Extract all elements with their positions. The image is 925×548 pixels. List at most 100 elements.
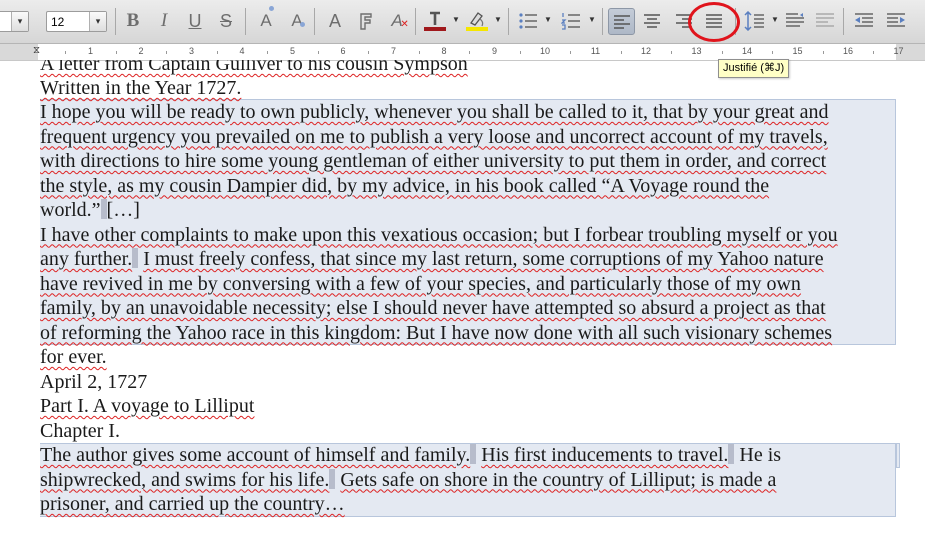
toolbar-separator — [508, 8, 509, 35]
ruler-number: 9 — [491, 46, 498, 56]
doc-text-line: have revived in me by conversing with a … — [40, 272, 801, 295]
doc-text-line: Part I. A voyage to Lilliput — [40, 395, 255, 417]
font-name-combo[interactable]: ▾ — [0, 11, 29, 32]
ruler-tick — [216, 51, 218, 54]
ruler-number: 4 — [239, 46, 245, 56]
doc-text-line: the style, as my cousin Dampier did, by … — [40, 174, 770, 197]
doc-text-line: I have other complaints to make upon thi… — [40, 223, 838, 246]
chevron-down-icon[interactable]: ▼ — [544, 15, 552, 24]
ruler-tick — [166, 51, 168, 54]
indent-marker-icon[interactable]: ⧖ — [33, 45, 40, 56]
doc-text-line: The author gives some account of himself… — [40, 444, 782, 466]
chevron-down-icon[interactable]: ▾ — [89, 12, 106, 31]
numbered-list-button[interactable] — [559, 9, 583, 33]
ruler-number: 3 — [188, 46, 195, 56]
ruler-number: 16 — [842, 46, 854, 56]
highlight-color-button[interactable] — [465, 9, 489, 33]
chevron-down-icon[interactable]: ▼ — [452, 15, 460, 24]
outline-font-button[interactable] — [354, 9, 378, 33]
selection-block — [896, 443, 900, 468]
chevron-down-icon[interactable]: ▼ — [588, 15, 596, 24]
chevron-down-icon[interactable]: ▼ — [771, 15, 779, 24]
ruler-tick — [772, 51, 774, 54]
ruler-tick — [469, 51, 471, 54]
ruler-tick — [570, 51, 572, 54]
underline-icon: U — [188, 10, 202, 31]
doc-text-line: any further. I must freely confess, that… — [40, 248, 824, 270]
font-size-value[interactable]: 12 — [51, 15, 64, 29]
toolbar-separator — [602, 8, 603, 35]
ruler-number: 1 — [87, 46, 94, 56]
doc-text-line: world.” […] — [40, 199, 140, 221]
document-body[interactable]: A letter from Captain Gulliver to his co… — [40, 60, 900, 548]
paragraph-spacing-before-button[interactable] — [783, 9, 807, 33]
ruler-number: 13 — [691, 46, 702, 56]
underline-button[interactable]: U — [183, 9, 207, 33]
paragraph-mark — [728, 444, 735, 464]
doc-text-line: prisoner, and carried up the country… — [40, 493, 345, 515]
chevron-down-icon[interactable]: ▼ — [494, 15, 502, 24]
ruler-tick — [368, 51, 370, 54]
paragraph-spacing-after-icon — [816, 13, 834, 27]
chevron-down-icon[interactable]: ▾ — [11, 12, 28, 31]
ruler-tick — [115, 51, 117, 54]
bold-button[interactable]: B — [121, 9, 145, 33]
paragraph-mark — [132, 248, 139, 268]
font-color-button[interactable] — [423, 9, 447, 33]
ruler-tick — [822, 51, 824, 54]
ruler-number: 15 — [792, 46, 803, 56]
ruler-tick — [519, 51, 521, 54]
paragraph-mark — [470, 444, 477, 464]
ruler-number: 7 — [390, 46, 397, 56]
bullet-list-button[interactable] — [516, 9, 540, 33]
align-center-button[interactable] — [640, 9, 664, 33]
strikethrough-button[interactable]: S — [214, 9, 238, 33]
superscript-button[interactable]: A — [254, 6, 278, 33]
ruler-number: 11 — [590, 46, 601, 56]
doc-text-line: with directions to hire some young gentl… — [40, 150, 827, 172]
increase-indent-icon — [887, 13, 905, 27]
toolbar-separator — [245, 8, 246, 35]
ruler-number: 12 — [640, 46, 652, 56]
superscript-icon: A — [260, 6, 275, 31]
toolbar-separator — [843, 8, 844, 35]
annotation-circle — [688, 2, 740, 42]
ruler-number: 14 — [741, 46, 753, 56]
line-spacing-button[interactable] — [742, 9, 766, 33]
doc-text-line: family, by an unavoidable necessity; els… — [40, 297, 826, 319]
doc-heading-line: A letter from Captain Gulliver to his co… — [40, 60, 468, 75]
outline-font-icon — [360, 12, 372, 30]
ruler-tick — [671, 51, 673, 54]
bullet-list-icon — [519, 13, 537, 29]
italic-button[interactable]: I — [152, 9, 176, 33]
toolbar-separator — [115, 8, 116, 35]
doc-text-line: for ever. — [40, 346, 107, 368]
ruler-number: 5 — [289, 46, 296, 56]
paragraph-spacing-after-button[interactable] — [813, 9, 837, 33]
align-left-icon — [613, 14, 630, 29]
clear-formatting-button[interactable]: A ✕ — [385, 9, 409, 33]
ruler-tick — [620, 51, 622, 54]
font-shadow-icon: A — [328, 10, 341, 31]
ruler-tick — [873, 51, 875, 54]
clear-format-icon: A ✕ — [391, 11, 409, 30]
paragraph-spacing-before-icon — [786, 13, 804, 27]
increase-indent-button[interactable] — [884, 9, 908, 33]
line-spacing-icon — [744, 11, 764, 31]
font-size-combo[interactable]: 12 ▾ — [46, 11, 107, 32]
toolbar-separator — [314, 8, 315, 35]
align-left-button[interactable] — [608, 8, 635, 35]
ruler-number: 17 — [893, 46, 904, 56]
subscript-icon: A — [291, 11, 306, 31]
toolbar-separator — [415, 8, 416, 35]
formatting-toolbar: ▾ 12 ▾ B I U S A A A A ✕ ▼ ▼ ▼ ▼ ▼ — [0, 0, 925, 44]
decrease-indent-icon — [855, 13, 873, 27]
ruler-tick — [317, 51, 319, 54]
ruler-number: 6 — [340, 46, 346, 56]
subscript-button[interactable]: A — [285, 9, 309, 33]
text-shadow-button[interactable]: A — [323, 9, 347, 33]
justify-tooltip: Justifié (⌘J) — [718, 59, 790, 78]
doc-text-line: I hope you will be ready to own publicly… — [40, 101, 829, 123]
ruler-tick — [418, 51, 420, 54]
decrease-indent-button[interactable] — [852, 9, 876, 33]
